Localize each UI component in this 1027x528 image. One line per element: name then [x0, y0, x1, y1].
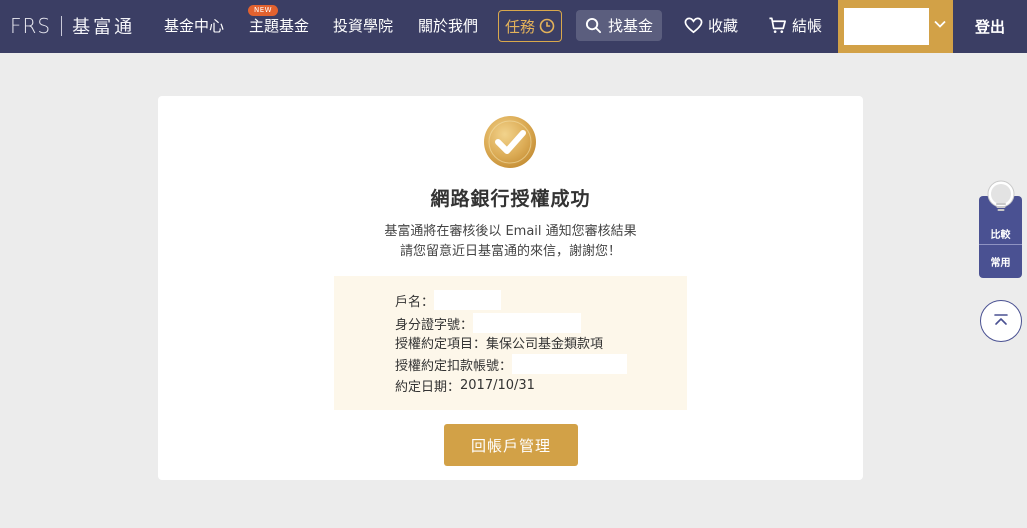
- top-navbar: FRS 基富通 基金中心 NEW 主題基金 投資學院 關於我們 任務 找基金 收…: [0, 0, 1027, 53]
- task-label: 任務: [504, 17, 535, 36]
- frs-logo-text: FRS: [10, 14, 52, 38]
- back-to-top-button[interactable]: [980, 300, 1022, 342]
- info-row-date: 約定日期： 2017/10/31: [395, 375, 535, 395]
- task-button[interactable]: 任務: [498, 10, 562, 42]
- info-row-debit-account: 授權約定扣款帳號：: [395, 354, 628, 374]
- auth-item-value: 集保公司基金類款項: [486, 336, 604, 352]
- debit-account-label: 授權約定扣款帳號：: [395, 358, 513, 374]
- site-logo[interactable]: FRS 基富通: [10, 12, 135, 40]
- arrow-up-icon: [994, 314, 1008, 325]
- find-fund-button[interactable]: 找基金: [576, 10, 662, 41]
- back-to-account-management-button[interactable]: 回帳戶管理: [444, 424, 578, 466]
- brand-name: 基富通: [72, 17, 136, 38]
- info-row-account-name: 戶名：: [395, 290, 502, 310]
- debit-account-value: [512, 354, 628, 374]
- success-title: 網路銀行授權成功: [430, 188, 591, 210]
- description-line-2: 請您留意近日基富通的來信，謝謝您！: [399, 244, 621, 259]
- favorites-link[interactable]: 收藏: [684, 15, 738, 36]
- date-label: 約定日期：: [395, 379, 461, 395]
- common-button[interactable]: 常用: [979, 254, 1022, 269]
- description-line-1: 基富通將在審核後以 Email 通知您審核結果: [384, 224, 637, 239]
- info-row-auth-item: 授權約定項目： 集保公司基金類款項: [395, 332, 603, 352]
- info-row-id-number: 身分證字號：: [395, 313, 582, 333]
- checkout-link[interactable]: 結帳: [768, 15, 822, 36]
- nav-theme-funds[interactable]: 主題基金: [249, 16, 309, 36]
- clock-icon: [539, 18, 555, 34]
- logo-separator: [61, 16, 63, 36]
- success-description: 基富通將在審核後以 Email 通知您審核結果 請您留意近日基富通的來信，謝謝您…: [158, 222, 863, 262]
- success-card: 網路銀行授權成功 基富通將在審核後以 Email 通知您審核結果 請您留意近日基…: [158, 96, 863, 480]
- id-number-label: 身分證字號：: [395, 317, 474, 333]
- account-name-value: [434, 290, 502, 310]
- logout-button[interactable]: 登出: [953, 0, 1027, 53]
- auth-item-label: 授權約定項目：: [395, 336, 487, 352]
- checkout-label: 結帳: [792, 17, 823, 35]
- side-panel-divider: [979, 244, 1022, 245]
- id-number-value: [473, 313, 582, 333]
- find-fund-label: 找基金: [607, 17, 653, 35]
- authorization-info-box: 戶名： 身分證字號： 授權約定項目： 集保公司基金類款項 授權約定扣款帳號： 約…: [334, 276, 687, 410]
- nav-fund-center[interactable]: 基金中心: [164, 16, 224, 36]
- search-icon: [585, 17, 602, 34]
- heart-icon: [684, 17, 703, 34]
- nav-about-us[interactable]: 關於我們: [418, 16, 478, 36]
- account-name-label: 戶名：: [395, 294, 435, 310]
- new-badge: NEW: [248, 5, 278, 16]
- success-check-icon: [484, 116, 536, 168]
- chevron-down-icon: [934, 20, 946, 28]
- compare-button[interactable]: 比較: [979, 226, 1022, 241]
- user-menu[interactable]: [838, 0, 953, 53]
- cart-icon: [769, 17, 786, 34]
- username-field: [844, 8, 929, 45]
- nav-investment-academy[interactable]: 投資學院: [333, 16, 393, 36]
- date-value: 2017/10/31: [460, 377, 535, 393]
- favorites-label: 收藏: [708, 17, 739, 35]
- lightbulb-icon: [987, 180, 1015, 211]
